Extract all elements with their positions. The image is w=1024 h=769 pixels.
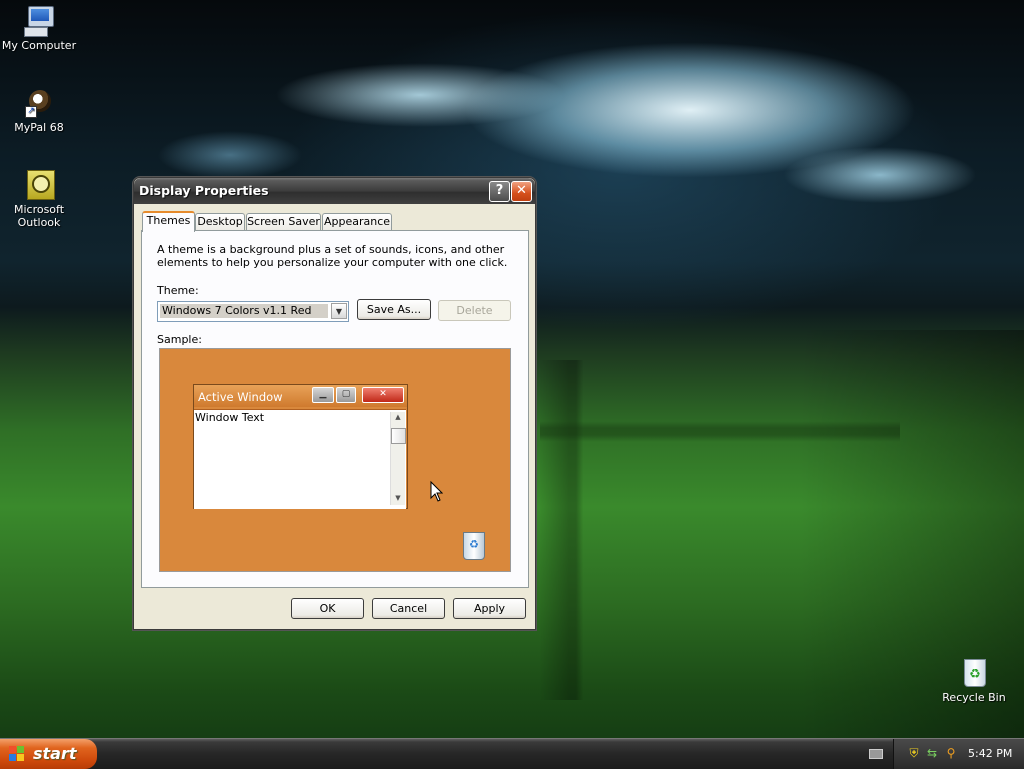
start-label: start (33, 744, 77, 763)
theme-select-value: Windows 7 Colors v1.1 Red (160, 304, 328, 318)
tab-themes[interactable]: Themes (142, 211, 195, 232)
outlook-icon (23, 168, 55, 200)
desktop-icon-my-computer[interactable]: My Computer (0, 4, 78, 52)
clock[interactable]: 5:42 PM (968, 747, 1012, 760)
start-button[interactable]: start (0, 739, 97, 769)
themes-tab-panel: A theme is a background plus a set of so… (141, 230, 529, 588)
desktop-icon-recycle-bin[interactable]: ♻ Recycle Bin (935, 656, 1013, 704)
system-tray: ⛨ ⇆ ⚲ 5:42 PM (893, 739, 1024, 769)
window-title: Display Properties (139, 183, 269, 198)
close-icon: ✕ (362, 387, 404, 403)
apply-button[interactable]: Apply (453, 598, 526, 619)
close-button[interactable]: ✕ (511, 181, 532, 202)
scroll-up-icon: ▲ (395, 413, 401, 421)
maximize-icon: ▢ (336, 387, 356, 403)
windows-flag-icon (9, 746, 25, 762)
tab-screen-saver[interactable]: Screen Saver (246, 213, 321, 230)
desktop-icon-label: MyPal 68 (14, 121, 64, 134)
desktop-icon-label-line2: Outlook (17, 216, 61, 229)
theme-description: A theme is a background plus a set of so… (157, 243, 508, 269)
sample-window-body: Window Text ▲ ▼ (194, 409, 406, 509)
theme-label: Theme: (157, 284, 199, 297)
mypal-icon: ↗ (23, 86, 55, 118)
sample-title-bar: Active Window ▁ ▢ ✕ (194, 385, 407, 407)
delete-button[interactable]: Delete (438, 300, 511, 321)
display-properties-window: Display Properties ? ✕ Themes Desktop Sc… (133, 177, 536, 630)
taskbar: start ⛨ ⇆ ⚲ 5:42 PM (0, 738, 1024, 769)
tab-desktop[interactable]: Desktop (195, 213, 245, 230)
desktop-icon-label: Recycle Bin (942, 691, 1006, 704)
sample-active-window: Active Window ▁ ▢ ✕ Window Text ▲ ▼ (193, 384, 408, 509)
ok-button[interactable]: OK (291, 598, 364, 619)
desktop-icon-label-line1: Microsoft (13, 203, 65, 216)
theme-sample-preview: Active Window ▁ ▢ ✕ Window Text ▲ ▼ ♻ (159, 348, 511, 572)
minimize-icon: ▁ (312, 387, 334, 403)
mouse-pointer-icon (430, 480, 443, 502)
sample-window-text: Window Text (195, 411, 265, 424)
recycle-bin-icon: ♻ (958, 656, 990, 688)
save-as-button[interactable]: Save As... (357, 299, 431, 320)
cancel-button[interactable]: Cancel (372, 598, 445, 619)
sample-label: Sample: (157, 333, 202, 346)
title-bar[interactable]: Display Properties ? ✕ (134, 178, 535, 204)
search-icon[interactable]: ⚲ (944, 746, 958, 760)
keyboard-icon[interactable] (869, 749, 883, 759)
tab-appearance[interactable]: Appearance (322, 213, 392, 230)
sample-recycle-bin-icon: ♻ (463, 532, 485, 560)
help-button[interactable]: ? (489, 181, 510, 202)
scroll-thumb (391, 428, 406, 444)
theme-select[interactable]: Windows 7 Colors v1.1 Red ▼ (157, 301, 349, 322)
sample-window-title: Active Window (198, 390, 283, 404)
desktop-icon-label: My Computer (1, 39, 77, 52)
desktop-icon-outlook[interactable]: Microsoft Outlook (0, 168, 78, 229)
sample-scrollbar: ▲ ▼ (390, 412, 406, 505)
scroll-down-icon: ▼ (395, 494, 401, 502)
desktop-icon-mypal[interactable]: ↗ MyPal 68 (0, 86, 78, 134)
security-shield-icon[interactable]: ⛨ (907, 746, 921, 760)
computer-icon (23, 4, 55, 37)
network-icon[interactable]: ⇆ (925, 746, 939, 760)
chevron-down-icon[interactable]: ▼ (331, 303, 347, 319)
